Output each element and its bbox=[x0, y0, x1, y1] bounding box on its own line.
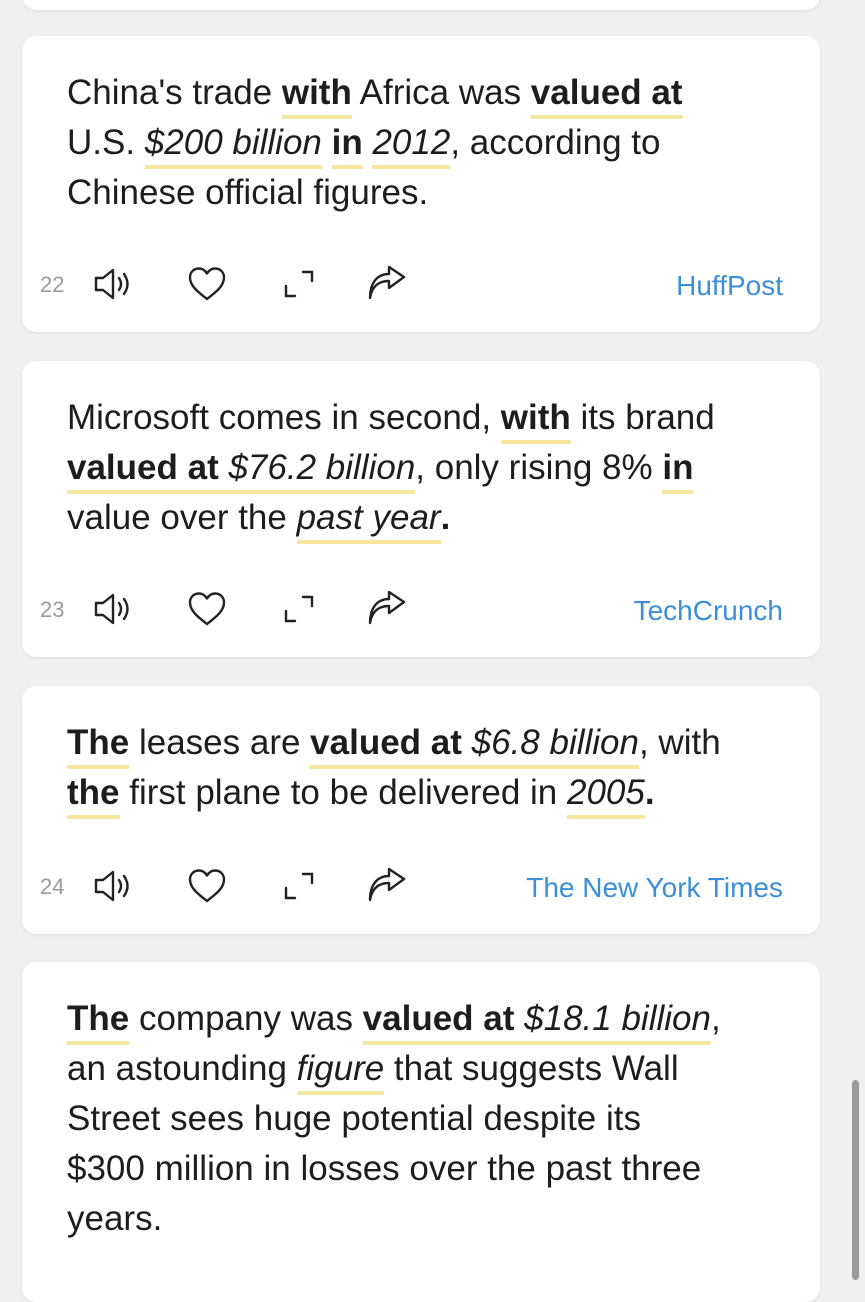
example-card: The company was valued at $18.1 billion,… bbox=[22, 962, 820, 1302]
source-link[interactable]: The New York Times bbox=[526, 872, 783, 904]
example-number: 24 bbox=[40, 874, 65, 899]
heart-icon[interactable] bbox=[184, 866, 230, 906]
keyword-highlight: $76.2 billion bbox=[228, 448, 416, 494]
heart-icon[interactable] bbox=[184, 589, 230, 629]
scrollbar[interactable] bbox=[852, 1080, 859, 1280]
keyword-highlight: The bbox=[67, 723, 130, 769]
card-actions: 23 TechCrunch bbox=[22, 589, 820, 629]
keyword-highlight: with bbox=[281, 73, 352, 119]
keyword-highlight: with bbox=[500, 398, 571, 444]
keyword-highlight: $18.1 billion bbox=[524, 999, 711, 1045]
speaker-icon[interactable] bbox=[92, 589, 138, 629]
expand-icon[interactable] bbox=[276, 264, 322, 304]
keyword-highlight: The bbox=[67, 999, 130, 1045]
keyword-highlight: figure bbox=[296, 1049, 385, 1095]
speaker-icon[interactable] bbox=[92, 866, 138, 906]
example-sentence: The leases are valued at $6.8 billion, w… bbox=[67, 718, 790, 819]
source-link[interactable]: TechCrunch bbox=[634, 595, 783, 627]
card-actions: 22 HuffPost bbox=[22, 264, 820, 304]
previous-card-edge bbox=[22, 0, 820, 10]
example-card: Microsoft comes in second, with its bran… bbox=[22, 361, 820, 657]
example-sentence: Microsoft comes in second, with its bran… bbox=[67, 393, 790, 544]
card-actions: 24 The New York Times bbox=[22, 866, 820, 906]
keyword-highlight: in bbox=[331, 123, 363, 169]
share-icon[interactable] bbox=[364, 866, 410, 906]
keyword-highlight: $200 billion bbox=[144, 123, 322, 169]
keyword-highlight: past year bbox=[296, 498, 441, 544]
heart-icon[interactable] bbox=[184, 264, 230, 304]
keyword-highlight: valued at bbox=[362, 999, 515, 1045]
source-link[interactable]: HuffPost bbox=[676, 270, 783, 302]
keyword-highlight: 2005 bbox=[566, 773, 645, 819]
example-number: 22 bbox=[40, 272, 65, 297]
example-number: 23 bbox=[40, 597, 65, 622]
expand-icon[interactable] bbox=[276, 866, 322, 906]
example-sentence: China's trade with Africa was valued at U… bbox=[67, 73, 683, 212]
share-icon[interactable] bbox=[364, 589, 410, 629]
share-icon[interactable] bbox=[364, 264, 410, 304]
example-card: The leases are valued at $6.8 billion, w… bbox=[22, 686, 820, 934]
example-sentence: The company was valued at $18.1 billion,… bbox=[67, 999, 721, 1238]
keyword-highlight: valued at bbox=[530, 73, 683, 119]
example-card: China's trade with Africa was valued at U… bbox=[22, 36, 820, 332]
keyword-highlight: 2012 bbox=[372, 123, 451, 169]
keyword-highlight: valued at bbox=[67, 448, 219, 494]
keyword-highlight: valued at bbox=[310, 723, 462, 769]
speaker-icon[interactable] bbox=[92, 264, 138, 304]
keyword-highlight: in bbox=[662, 448, 694, 494]
keyword-highlight: $6.8 billion bbox=[471, 723, 639, 769]
keyword-highlight: the bbox=[67, 773, 120, 819]
expand-icon[interactable] bbox=[276, 589, 322, 629]
